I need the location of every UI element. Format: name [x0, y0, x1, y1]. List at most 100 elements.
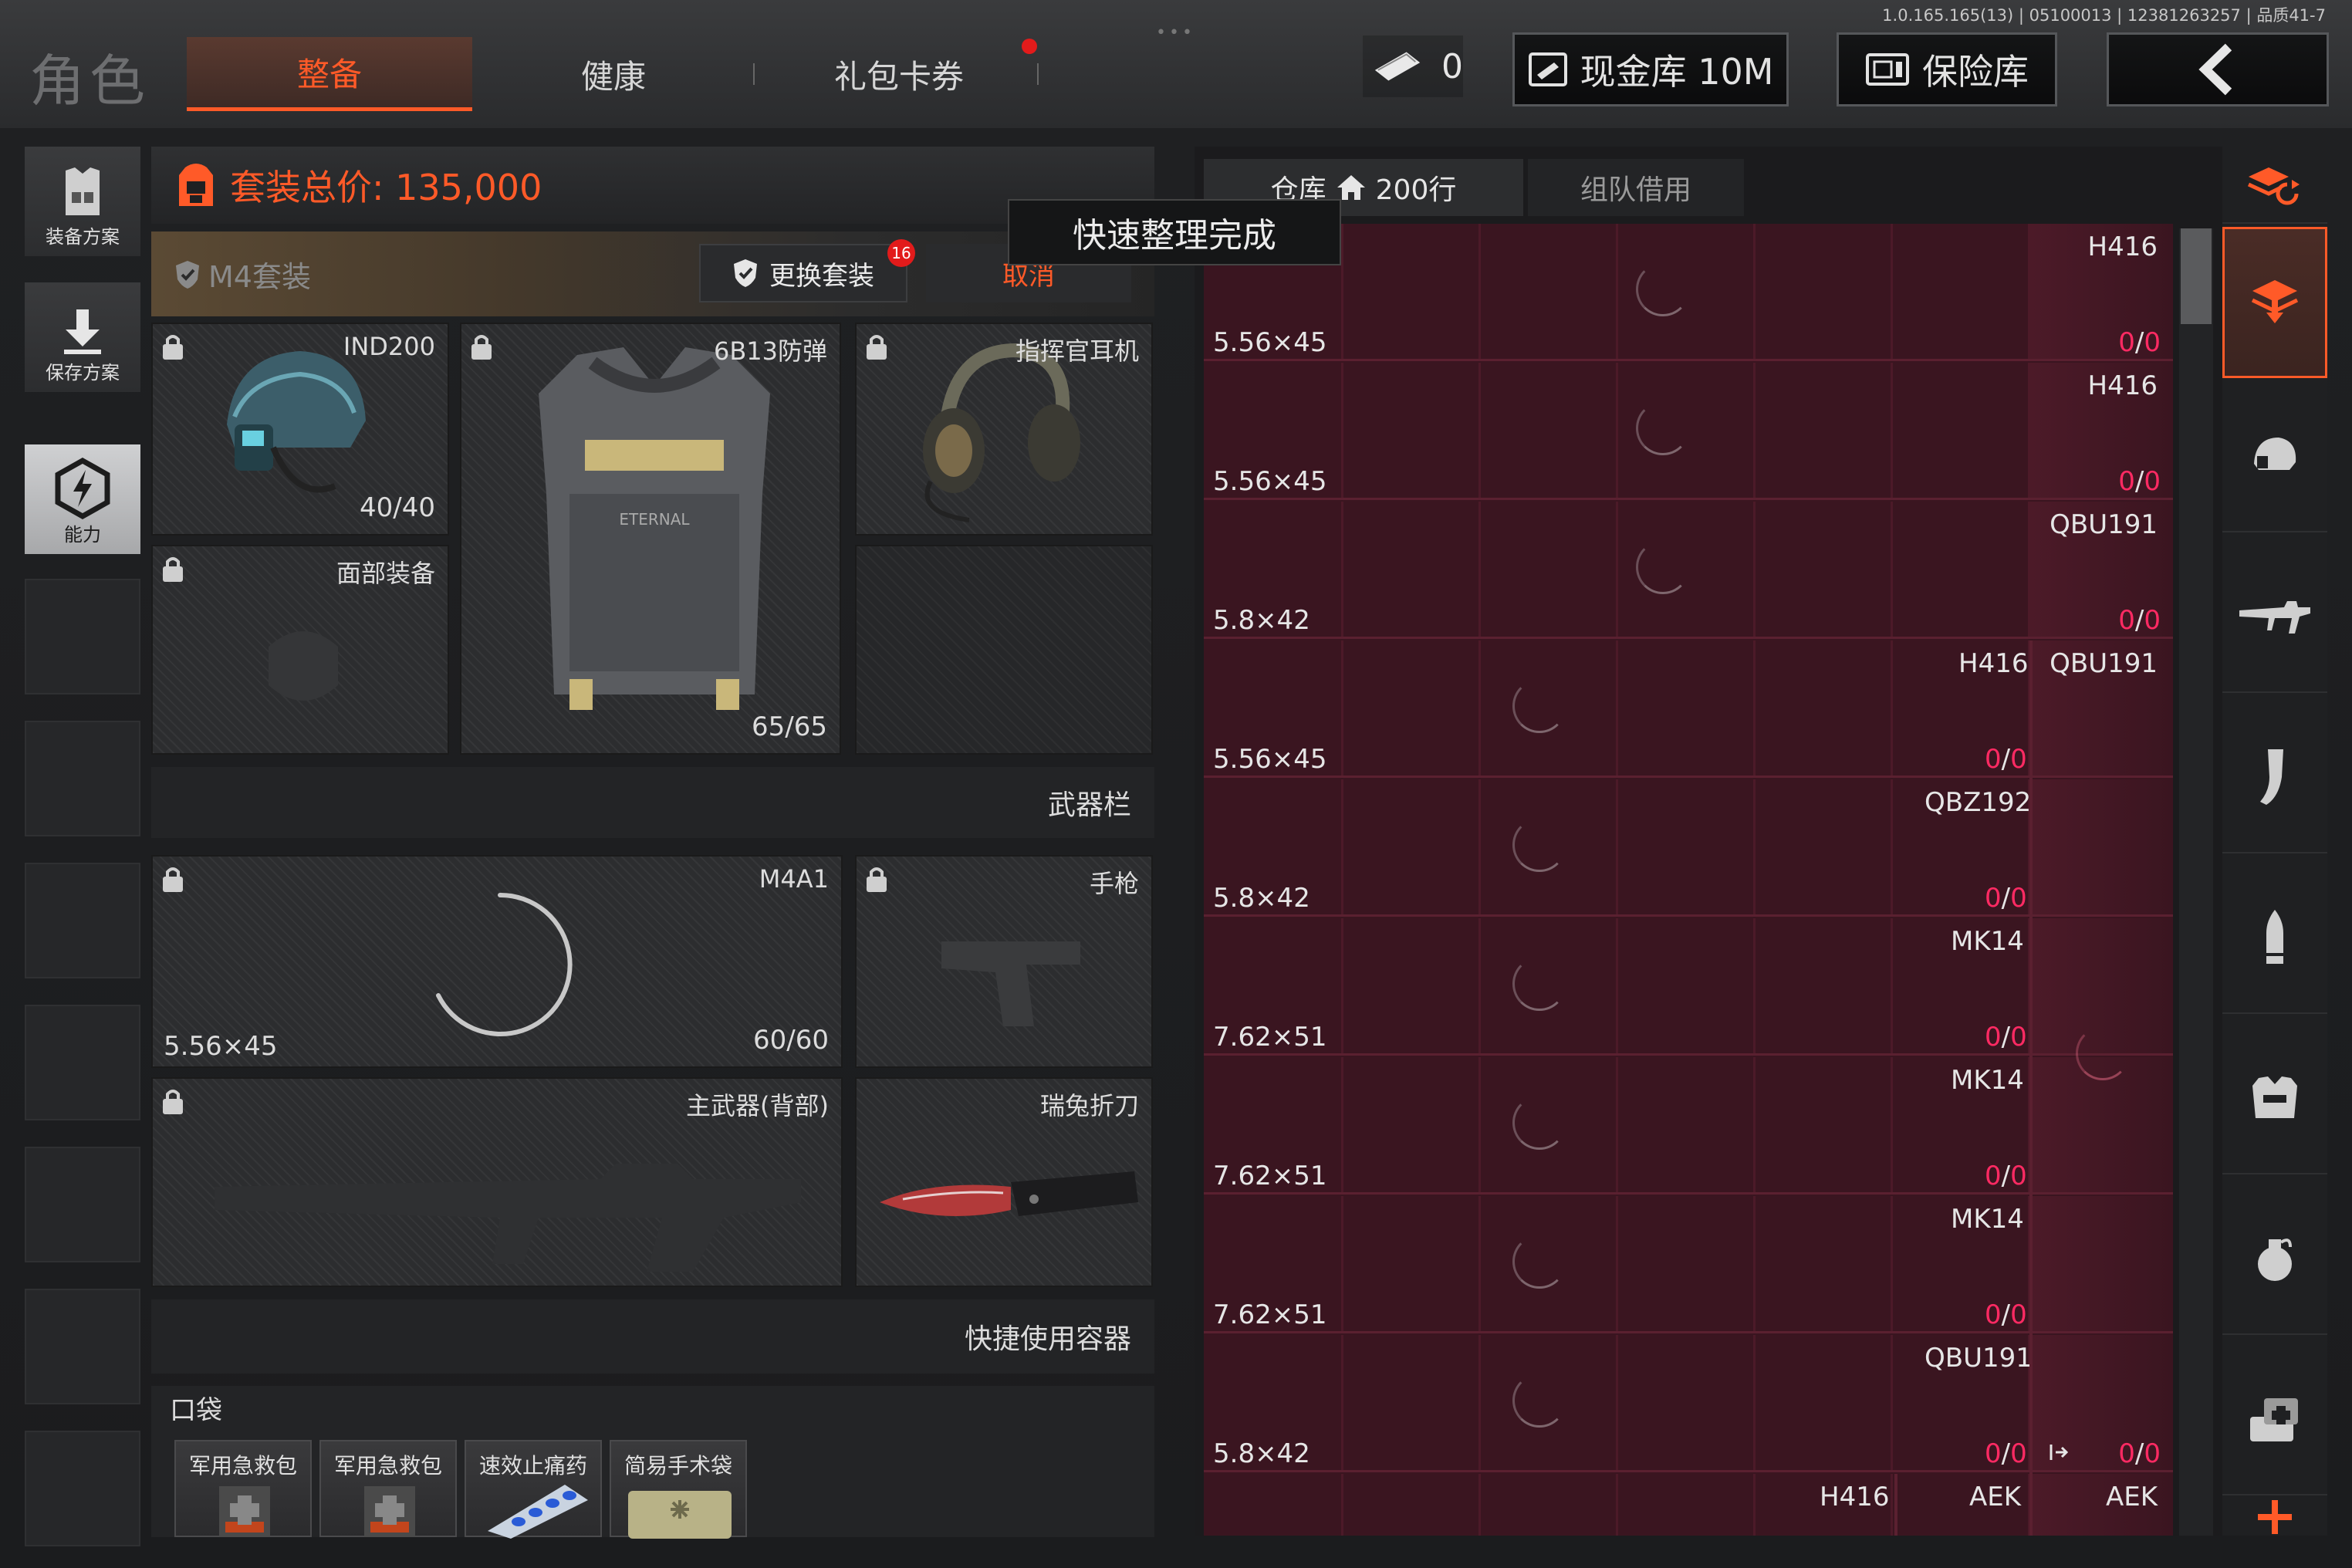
change-suit-badge: 16: [887, 239, 915, 267]
helmet-durability: 40/40: [360, 492, 435, 523]
tab-team-borrow[interactable]: 组队借用: [1528, 159, 1744, 216]
tab-gift-coupons[interactable]: 礼包卡券: [779, 37, 1019, 111]
filter-armor-button[interactable]: [2222, 1023, 2327, 1174]
filter-magazine-button[interactable]: [2222, 702, 2327, 853]
rifle-silhouette-icon: [215, 1164, 801, 1272]
safe-icon: [1866, 53, 1909, 86]
row-weapon: H416: [1820, 1482, 1890, 1512]
knife-name: 瑞兔折刀: [1039, 1091, 1139, 1120]
warehouse-row[interactable]: 7.62×51 MK14 0/0: [1204, 1196, 2173, 1333]
count-current: 0: [1985, 1299, 2002, 1330]
warehouse-row[interactable]: 5.56×45 H416 0/0: [1204, 363, 2173, 500]
face-slot[interactable]: 面部装备: [151, 545, 449, 755]
ticket-count: 0: [1441, 46, 1463, 86]
empty-plan-slot[interactable]: [25, 1005, 140, 1120]
count-separator: /: [2001, 1022, 2011, 1053]
empty-plan-slot[interactable]: [25, 863, 140, 978]
empty-gear-slot[interactable]: [855, 545, 1153, 755]
pocket-item-surgical-kit[interactable]: 简易手术袋: [610, 1440, 747, 1539]
primary-caliber: 5.56×45: [164, 1031, 278, 1062]
lock-icon: [163, 1090, 183, 1114]
warehouse-row[interactable]: 5.8×42 QBU191 0/0 0/0: [1204, 1335, 2173, 1472]
row-count: 0/0: [1985, 1161, 2027, 1191]
sort-refresh-button[interactable]: [2222, 147, 2327, 224]
back-weapon-slot-name: 主武器(背部): [686, 1091, 829, 1120]
safe-vault-button[interactable]: 保险库: [1837, 32, 2057, 106]
tab-loadout[interactable]: 整备: [187, 37, 472, 111]
row-caliber: 7.62×51: [1213, 1022, 1327, 1053]
filter-medical-button[interactable]: [2222, 1344, 2327, 1495]
notification-dot: [1022, 39, 1037, 54]
row-caliber: 7.62×51: [1213, 1161, 1327, 1191]
warehouse-grid[interactable]: 5.56×45 H416 0/0 5.56×45 H416 0/0 5.8×42…: [1204, 224, 2173, 1536]
tab-health[interactable]: 健康: [509, 37, 718, 111]
face-slot-name: 面部装备: [336, 559, 435, 588]
pocket-item-label: 军用急救包: [188, 1453, 297, 1478]
lock-icon: [163, 335, 183, 360]
warehouse-scrollbar[interactable]: [2179, 228, 2213, 1536]
lock-icon: [163, 557, 183, 582]
row-count: 0/0: [2118, 327, 2161, 358]
loading-spinner-icon: [1636, 401, 1690, 455]
loading-spinner-icon: [436, 892, 573, 1036]
count-max: 0: [2010, 1022, 2027, 1053]
scrollbar-thumb[interactable]: [2181, 228, 2212, 324]
row-weapon: MK14: [1951, 926, 2024, 957]
more-dots-icon[interactable]: •••: [1156, 23, 1195, 42]
loading-spinner-icon: [1636, 262, 1690, 316]
chevron-left-icon: [2198, 43, 2232, 96]
armor-slot[interactable]: ETERNAL 6B13防弹 65/65: [460, 323, 841, 755]
count-max: 0: [2144, 1438, 2161, 1469]
right-filter-rail: [2222, 147, 2327, 1536]
row-weapon: H416: [2087, 231, 2158, 262]
ticket-counter: 0: [1363, 35, 1463, 97]
pocket-item-first-aid[interactable]: 军用急救包: [319, 1440, 457, 1537]
filter-helmet-button[interactable]: [2222, 381, 2327, 532]
move-out-icon[interactable]: [2048, 1441, 2070, 1463]
loadout-plan-label: 装备方案: [46, 226, 120, 248]
filter-grenade-button[interactable]: [2222, 1184, 2327, 1335]
empty-plan-slot[interactable]: [25, 1289, 140, 1404]
count-separator: /: [2001, 1161, 2011, 1191]
ability-button[interactable]: 能力: [25, 444, 140, 554]
add-filter-button[interactable]: [2222, 1494, 2327, 1540]
back-button[interactable]: [2107, 32, 2329, 106]
primary-weapon-slot[interactable]: M4A1 5.56×45 60/60: [151, 855, 843, 1068]
warehouse-row[interactable]: 7.62×51 MK14 0/0: [1204, 1057, 2173, 1195]
row-caliber: 5.56×45: [1213, 744, 1327, 775]
lock-icon: [163, 867, 183, 892]
empty-plan-slot[interactable]: [25, 1431, 140, 1546]
warehouse-row[interactable]: H416 AEK AEK: [1204, 1474, 2173, 1536]
knife-slot[interactable]: 瑞兔折刀: [855, 1077, 1153, 1287]
armor-vest-icon: ETERNAL: [539, 347, 770, 710]
warehouse-row[interactable]: 5.56×45 H416 QBU191 0/0: [1204, 640, 2173, 778]
loading-spinner-icon: [1512, 1096, 1566, 1150]
helmet-slot[interactable]: IND200 40/40: [151, 323, 449, 536]
empty-plan-slot[interactable]: [25, 579, 140, 694]
headset-slot[interactable]: 指挥官耳机: [855, 323, 1153, 536]
warehouse-row[interactable]: 5.8×42 QBU191 0/0: [1204, 502, 2173, 639]
empty-plan-slot[interactable]: [25, 1147, 140, 1262]
loadout-plan-button[interactable]: 装备方案: [25, 147, 140, 256]
count-current: 0: [1985, 1161, 2002, 1191]
pistol-slot[interactable]: 手枪: [855, 855, 1153, 1068]
pocket-item-first-aid[interactable]: 军用急救包: [174, 1440, 312, 1537]
loading-spinner-icon: [1512, 679, 1566, 733]
row-caliber: 5.8×42: [1213, 1438, 1310, 1469]
cash-vault-button[interactable]: 现金库 10M: [1512, 32, 1789, 106]
warehouse-row[interactable]: 5.8×42 QBZ192 0/0: [1204, 779, 2173, 917]
back-weapon-slot[interactable]: 主武器(背部): [151, 1077, 843, 1287]
warehouse-row[interactable]: 5.56×45 H416 0/0: [1204, 224, 2173, 361]
count-separator: /: [2001, 883, 2011, 914]
row-weapon: QBU191: [1925, 1343, 2033, 1374]
empty-plan-slot[interactable]: [25, 721, 140, 836]
save-plan-button[interactable]: 保存方案: [25, 282, 140, 392]
filter-weapon-button[interactable]: [2222, 542, 2327, 693]
pocket-item-painkiller[interactable]: 速效止痛药: [465, 1440, 602, 1539]
filter-all-button[interactable]: [2222, 227, 2327, 378]
count-separator: /: [2134, 605, 2144, 636]
filter-ammo-button[interactable]: [2222, 863, 2327, 1014]
warehouse-row[interactable]: 7.62×51 MK14 0/0: [1204, 918, 2173, 1056]
pistol-icon: [941, 941, 1080, 1026]
change-suit-button[interactable]: 更换套装: [699, 244, 907, 302]
